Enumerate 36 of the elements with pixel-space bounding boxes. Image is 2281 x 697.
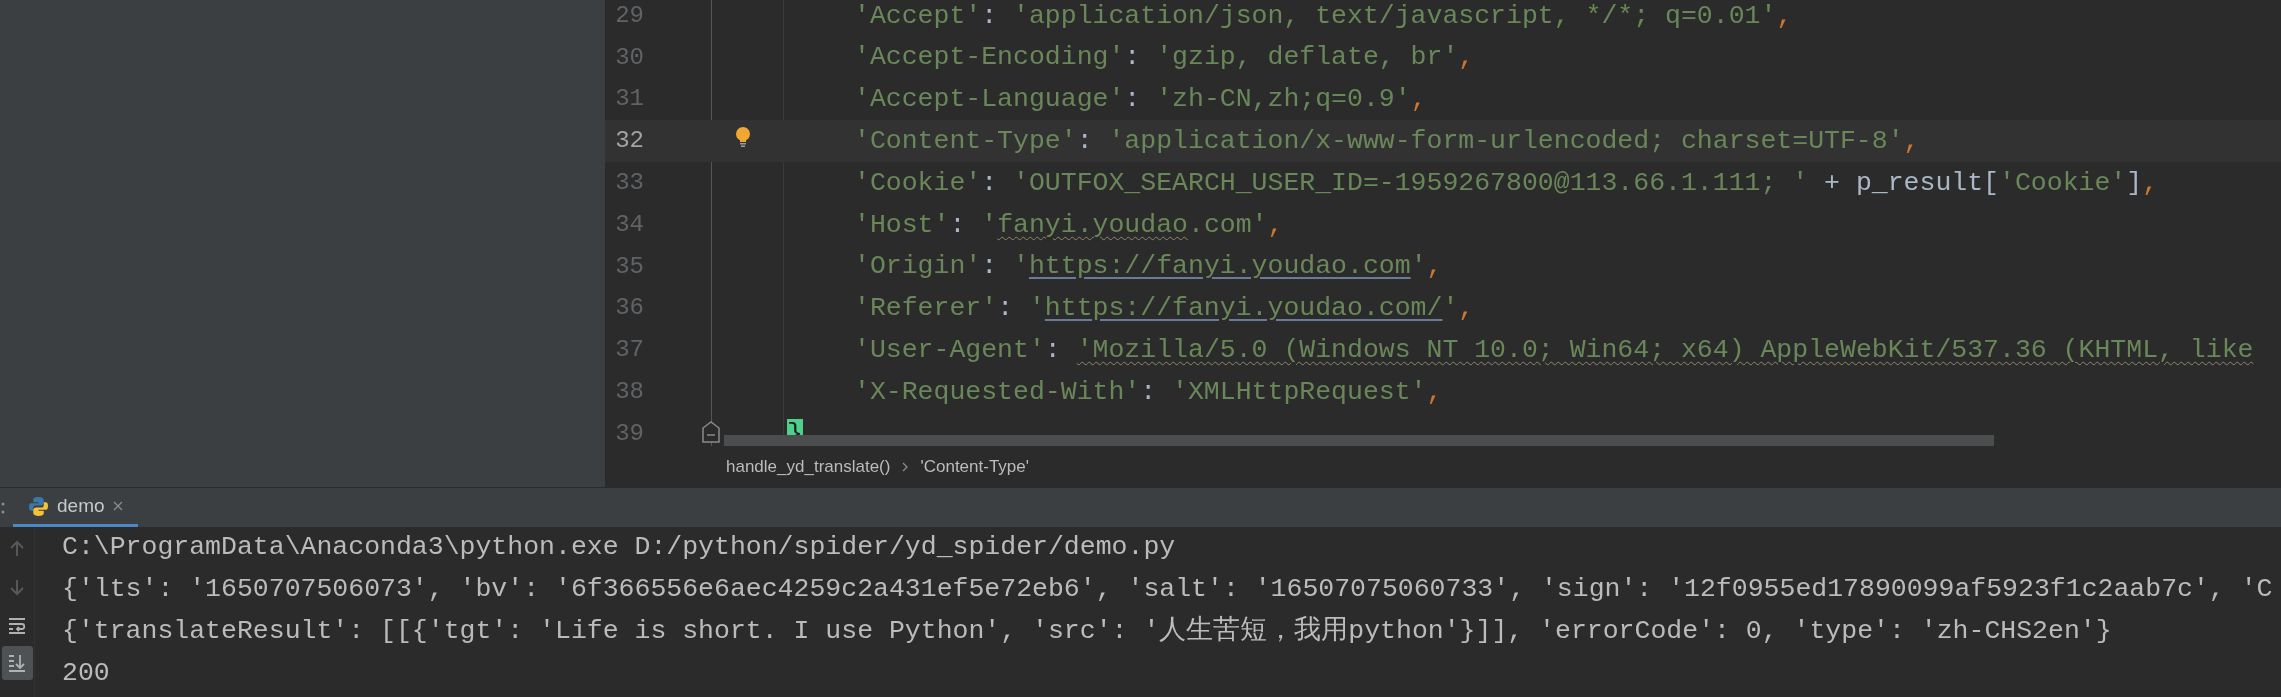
console-line: 200: [62, 657, 110, 691]
line-number: 35: [614, 251, 645, 282]
scroll-to-end-button[interactable]: [1, 646, 33, 680]
line-number: 29: [614, 0, 645, 31]
code-line: 'Host': 'fanyi.youdao.com',: [854, 211, 1284, 239]
console-line: C:\ProgramData\Anaconda3\python.exe D:/python/spider/yd_spider/demo.py: [62, 531, 1176, 565]
breadcrumb-item[interactable]: handle_yd_translate(): [726, 453, 891, 480]
console-line: {'lts': '1650707506073', 'bv': '6f366556e6aec4259c2a431ef5e72eb6', 'salt': '16507075060733', 'sign': '12f0955ed17890099af5923f1c2aab7c', 'C: [62, 573, 2273, 607]
line-number: 38: [614, 377, 645, 408]
line-number: 39: [614, 418, 645, 446]
code-line: 'Accept-Encoding': 'gzip, deflate, br',: [854, 44, 1475, 71]
line-number: 34: [614, 209, 645, 240]
code-line: 'Cookie': 'OUTFOX_SEARCH_USER_ID=-1959267800@113.66.1.111; ' + p_result['Cookie'],: [854, 169, 2159, 197]
breadcrumb-item[interactable]: 'Content-Type': [920, 453, 1029, 480]
console-line: {'translateResult': [[{'tgt': 'Life is short. I use Python', 'src': '人生苦短，我用python'}]], 'errorCode': 0, 'type': 'zh-CHS2en'}: [62, 614, 2112, 649]
chevron-icon: [902, 461, 909, 472]
line-number: 37: [614, 335, 645, 366]
fold-icon[interactable]: [702, 420, 720, 443]
line-number: 31: [614, 84, 645, 115]
code-line: 'Referer': 'https://fanyi.youdao.com/',: [854, 295, 1475, 322]
code-line: 'Accept-Language': 'zh-CN,zh;q=0.9',: [854, 86, 1427, 113]
code-line: 'Accept': 'application/json, text/javascript, */*; q=0.01',: [854, 2, 1793, 30]
down-arrow-icon: [7, 577, 27, 597]
code-line: 'User-Agent': 'Mozilla/5.0 (Windows NT 10.0; Win64; x64) AppleWebKit/537.36 (KHTML, like: [854, 337, 2254, 364]
close-icon[interactable]: [112, 501, 123, 511]
soft-wrap-icon: [7, 615, 27, 635]
horizontal-scrollbar[interactable]: [724, 435, 1994, 446]
code-line: 'X-Requested-With': 'XMLHttpRequest',: [854, 378, 1443, 406]
line-number: 33: [614, 168, 645, 199]
code-line: 'Content-Type': 'application/x-www-form-urlencoded; charset=UTF-8',: [854, 128, 1920, 155]
scroll-to-end-icon: [7, 653, 27, 673]
python-icon: [28, 495, 49, 517]
line-number: 30: [614, 42, 645, 73]
code-line: 'Origin': 'https://fanyi.youdao.com',: [854, 253, 1443, 280]
line-number: 32: [614, 126, 645, 157]
line-number: 36: [614, 293, 645, 324]
